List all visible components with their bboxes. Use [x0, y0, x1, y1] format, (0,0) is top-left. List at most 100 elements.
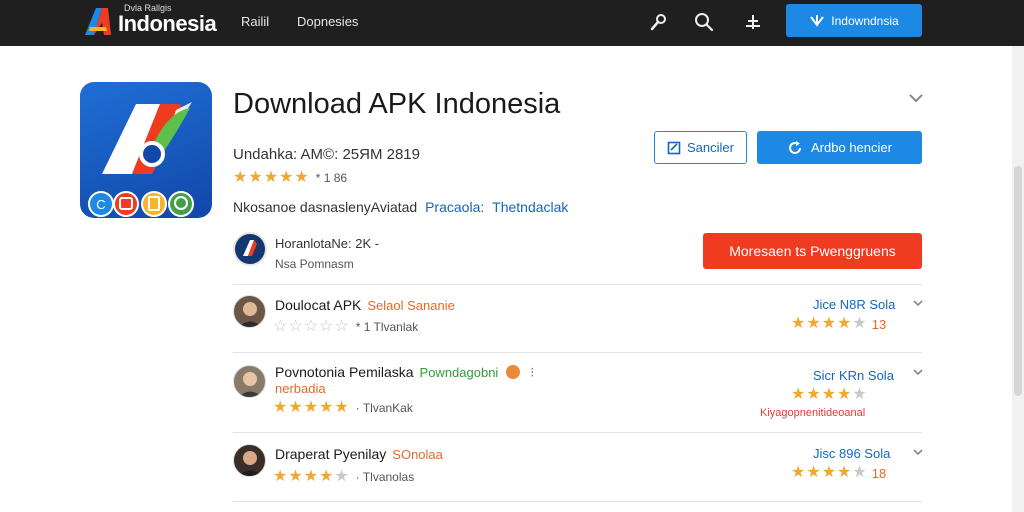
chevron-down-icon[interactable] — [906, 90, 926, 106]
star-icon: ★ — [837, 315, 853, 332]
list-item-stars: ★ ★ ★ ★ ★ — [273, 400, 350, 416]
star-icon: ★ — [248, 169, 264, 186]
list-item-tag: SOnolaa — [392, 447, 443, 462]
star-icon: ★ — [806, 386, 822, 403]
star-icon: ★ — [837, 464, 853, 481]
primary-action-button[interactable]: Ardbo hencier — [757, 131, 922, 164]
star-icon: ☆ — [303, 318, 320, 335]
list-item-right-rating: ★ ★ ★ ★ ★ 13 — [791, 316, 886, 332]
divider — [233, 284, 922, 285]
edit-icon — [667, 141, 681, 154]
logo-mark-icon — [82, 5, 114, 37]
star-icon: ★ — [303, 468, 320, 485]
list-item-title: Draperat Pyenilay SOnolaa — [275, 446, 443, 462]
divider — [233, 501, 922, 502]
app-rating-stars: ★ ★ ★ ★ ★ — [233, 170, 310, 186]
chevron-down-icon[interactable] — [913, 448, 923, 456]
star-icon: ☆ — [334, 318, 350, 335]
star-icon: ★ — [791, 315, 807, 332]
list-item-stars: ★ ★ ★ ★ ★ — [273, 469, 350, 485]
download-button[interactable]: Moresaen ts Pwenggruens — [703, 233, 922, 269]
star-icon: ★ — [791, 464, 807, 481]
microphone-icon[interactable] — [648, 11, 670, 33]
list-item-right-rating: ★ ★ ★ ★ ★ — [791, 387, 872, 403]
list-item-tag: Powndagobni — [419, 365, 499, 380]
refresh-icon — [789, 140, 802, 154]
star-icon: ★ — [821, 386, 838, 403]
star-icon: ★ — [852, 464, 868, 481]
header-download-button[interactable]: Indowndnsia — [786, 4, 922, 37]
list-item[interactable]: Draperat Pyenilay SOnolaa ★ ★ ★ ★ ★ · Tlvanol… — [233, 442, 923, 496]
nav-link-2[interactable]: Doрnesies — [297, 14, 358, 29]
emoji-icon — [506, 365, 521, 379]
list-item-note: Kiyagopnenitideoanal — [760, 407, 866, 419]
chevron-down-icon[interactable] — [913, 299, 923, 307]
list-item-title-text: Draperat Pyenilay — [275, 446, 387, 462]
list-item-right-number: 13 — [871, 316, 887, 332]
list-item-title: Doulocat APK Selaol Sananie — [275, 297, 455, 313]
page-scrollbar[interactable] — [1012, 46, 1024, 512]
search-icon[interactable] — [693, 11, 715, 33]
list-item-stars: ☆ ☆ ☆ ☆ ☆ — [273, 319, 350, 335]
app-meta: Undahka: AM©: 25ЯM 2819 — [233, 146, 420, 163]
chevron-down-icon[interactable] — [913, 368, 923, 376]
list-item-tag: Selaol Sananie — [367, 298, 455, 313]
star-icon: ★ — [837, 386, 853, 403]
scrollbar-thumb[interactable] — [1014, 166, 1022, 396]
more-icon[interactable]: ⁝ — [530, 364, 534, 380]
app-description-link-1[interactable]: Pracaola: — [425, 199, 484, 215]
avatar — [233, 295, 266, 328]
star-icon: ★ — [852, 315, 868, 332]
primary-action-label: Ardbo hencier — [811, 140, 892, 155]
list-item-right-number: 18 — [871, 465, 887, 481]
divider — [233, 352, 922, 353]
list-item-right-rating: ★ ★ ★ ★ ★ 18 — [791, 465, 886, 481]
secondary-action-button[interactable]: Sanciler — [654, 131, 747, 164]
star-icon: ★ — [821, 464, 838, 481]
list-item[interactable]: Povnotonia Pemilaska Powndagobni ⁝ nerbad… — [233, 362, 923, 428]
list-item-meta: Sicr KRn Sola — [813, 368, 894, 383]
star-icon: ★ — [791, 386, 807, 403]
star-icon: ★ — [319, 468, 335, 485]
page-title: Download APK Indonesia — [233, 88, 561, 120]
svg-text:C: C — [96, 197, 105, 212]
list-item-rating: ★ ★ ★ ★ ★ · TlvanKak — [273, 400, 413, 416]
site-logo[interactable]: Dvla Rallgis Indonesia — [82, 3, 217, 37]
secondary-action-label: Sanciler — [687, 140, 734, 155]
list-item-rating: ☆ ☆ ☆ ☆ ☆ * 1 Tlvanlak — [273, 319, 418, 335]
list-item-title-text: Doulocat APK — [275, 297, 362, 313]
list-item-rating-text: * 1 Tlvanlak — [355, 320, 419, 334]
list-item-meta: Jisc 896 Sola — [813, 446, 891, 461]
list-item-meta: Jice N8R Sola — [813, 297, 896, 312]
star-icon: ★ — [288, 468, 304, 485]
download-app-icon — [810, 14, 825, 27]
avatar — [233, 365, 266, 398]
star-icon: ★ — [852, 386, 868, 403]
app-description: Nkosanoe dasnaslenyAviatad Pracaola: The… — [233, 199, 568, 215]
logo-tagline: Dvla Rallgis — [124, 3, 172, 13]
star-icon: ★ — [303, 399, 320, 416]
list-item-subtitle: nerbadia — [275, 381, 326, 396]
avatar — [233, 444, 266, 477]
star-icon: ★ — [233, 169, 249, 186]
list-item-rating-text: · TlvanKak — [355, 401, 413, 415]
nav-link-1[interactable]: Railil — [241, 14, 269, 29]
star-icon: ★ — [273, 399, 289, 416]
developer-avatar[interactable] — [233, 232, 267, 266]
star-icon: ★ — [263, 169, 280, 186]
logo-wordmark: Indonesia — [118, 11, 217, 36]
list-item-title-text: Povnotonia Pemilaska — [275, 364, 414, 380]
list-item[interactable]: Doulocat APK Selaol Sananie ☆ ☆ ☆ ☆ ☆ * 1 Tlv… — [233, 293, 923, 347]
star-icon: ★ — [273, 468, 289, 485]
star-icon: ★ — [334, 399, 350, 416]
header-download-label: Indowndnsia — [831, 13, 899, 28]
app-icon: C — [80, 82, 212, 218]
filter-icon[interactable] — [742, 11, 764, 33]
star-icon: ★ — [806, 464, 822, 481]
app-description-link-2[interactable]: Thetndaclak — [492, 199, 568, 215]
list-item-right-stars: ★ ★ ★ ★ ★ — [791, 465, 868, 481]
developer-name: HoranlotaNe: 2K - — [275, 236, 380, 251]
app-rating: ★ ★ ★ ★ ★ * 1 86 — [233, 170, 347, 186]
star-icon: ★ — [821, 315, 838, 332]
list-item-right-stars: ★ ★ ★ ★ ★ — [791, 387, 868, 403]
